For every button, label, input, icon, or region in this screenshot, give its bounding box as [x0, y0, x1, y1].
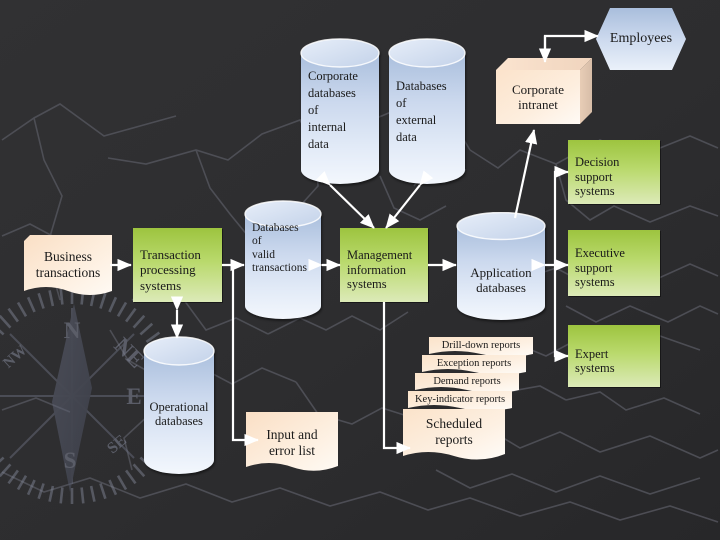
node-employees[interactable]: Employees — [596, 8, 686, 70]
report-label-key-indicator: Key-indicator reports — [414, 394, 506, 405]
node-databases-of-valid-transactions-label: Databases of valid transactions — [252, 222, 307, 274]
node-expert-systems-label: Expert systems — [575, 346, 615, 376]
node-employees-label: Employees — [609, 30, 673, 46]
node-corporate-intranet[interactable]: Corporate intranet — [496, 58, 592, 126]
node-decision-support-systems[interactable]: Decision support systems — [568, 140, 660, 204]
node-decision-support-systems-label: Decision support systems — [575, 155, 620, 199]
node-application-databases-label: Application databases — [470, 264, 532, 295]
node-databases-of-external-data[interactable]: Databases of external data — [388, 38, 466, 186]
compass-label-s: S — [64, 448, 77, 473]
report-label-exception: Exception reports — [436, 358, 512, 369]
node-operational-databases[interactable]: Operational databases — [143, 336, 215, 476]
node-business-transactions-label: Business transactions — [35, 249, 101, 280]
node-operational-databases-label: Operational databases — [149, 399, 209, 429]
node-input-and-error-list[interactable]: Input and error list — [246, 412, 338, 474]
node-corporate-intranet-label: Corporate intranet — [512, 81, 564, 112]
node-databases-of-valid-transactions[interactable]: Databases of valid transactions — [244, 200, 322, 320]
compass-label-n: N — [64, 318, 81, 343]
node-application-databases[interactable]: Application databases — [456, 212, 546, 320]
report-label-demand: Demand reports — [433, 376, 501, 387]
node-corporate-databases-internal-label: Corporate databases of internal data — [308, 69, 358, 151]
node-databases-of-external-data-label: Databases of external data — [396, 79, 447, 144]
node-expert-systems[interactable]: Expert systems — [568, 325, 660, 387]
compass-label-e: E — [126, 384, 141, 409]
node-executive-support-systems-label: Executive support systems — [575, 246, 625, 290]
node-input-and-error-list-label: Input and error list — [266, 427, 318, 458]
node-transaction-processing-systems[interactable]: Transaction processing systems — [133, 228, 222, 302]
node-transaction-processing-systems-label: Transaction processing systems — [140, 247, 201, 293]
diagram-canvas: N NE E SE S NW Business transactions Tra… — [0, 0, 720, 540]
node-management-information-systems-label: Management information systems — [347, 248, 413, 292]
node-business-transactions[interactable]: Business transactions — [24, 233, 112, 297]
report-label-scheduled: Scheduled reports — [425, 415, 483, 447]
report-label-drill-down: Drill-down reports — [441, 340, 521, 351]
node-management-information-systems[interactable]: Management information systems — [340, 228, 428, 302]
node-corporate-databases-internal[interactable]: Corporate databases of internal data — [300, 38, 380, 186]
node-executive-support-systems[interactable]: Executive support systems — [568, 230, 660, 296]
report-stack[interactable]: Drill-down reports Exception reports Dem… — [403, 336, 533, 466]
